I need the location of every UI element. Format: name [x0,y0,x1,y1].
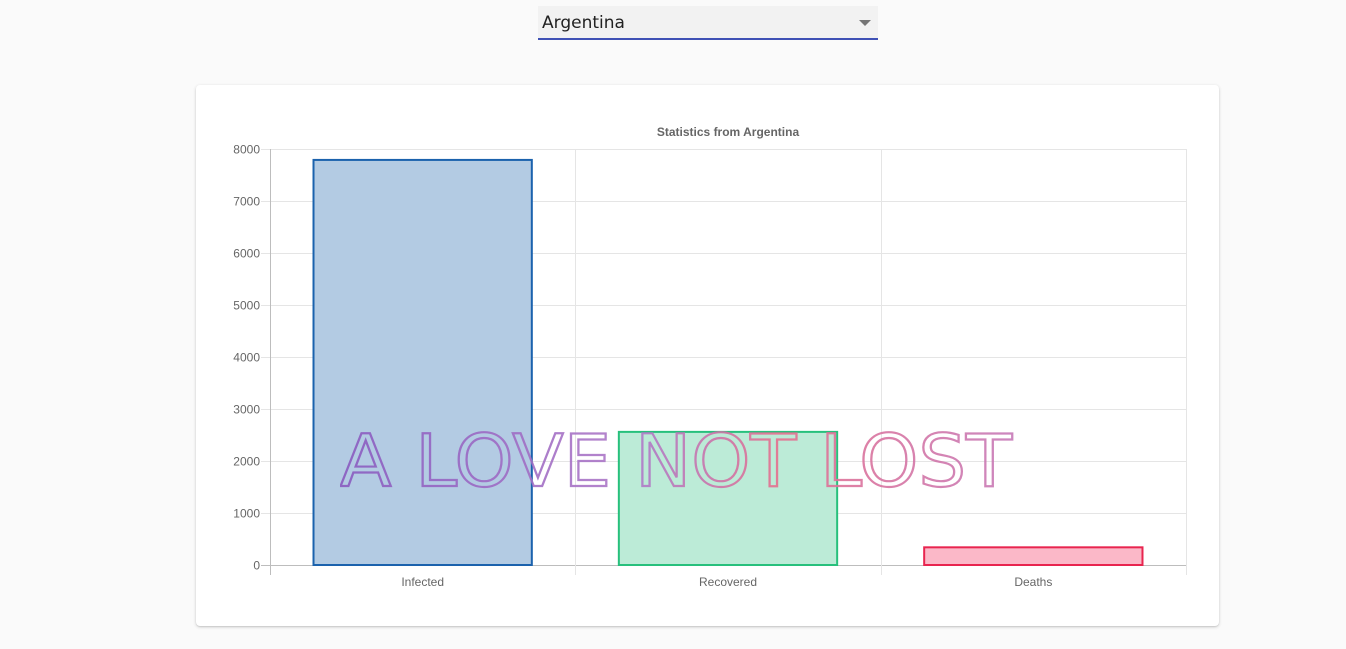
y-tick-label: 5000 [233,299,260,313]
bar-infected [312,158,533,566]
chart-card: Statistics from Argentina 0 1000 2000 3000 40… [196,85,1219,626]
y-tick-label: 1000 [233,507,260,521]
x-tick-label: Infected [401,575,444,589]
y-tick-label: 6000 [233,247,260,261]
chevron-down-icon[interactable] [859,20,871,26]
y-tick-label: 8000 [233,143,260,157]
y-tick-label: 4000 [233,351,260,365]
y-tick-label: 2000 [233,455,260,469]
y-tick-label: 3000 [233,403,260,417]
bar-deaths [923,546,1144,567]
bar-recovered [617,430,839,566]
y-tick-label: 0 [253,559,260,573]
x-tick-label: Deaths [1014,575,1052,589]
bar-chart: Statistics from Argentina 0 1000 2000 3000 40… [233,125,1187,589]
x-tick-label: Recovered [699,575,757,589]
chart-title: Statistics from Argentina [657,125,800,139]
country-select-value: Argentina [542,13,625,33]
country-select[interactable]: Argentina [538,6,878,40]
y-tick-label: 7000 [233,195,260,209]
